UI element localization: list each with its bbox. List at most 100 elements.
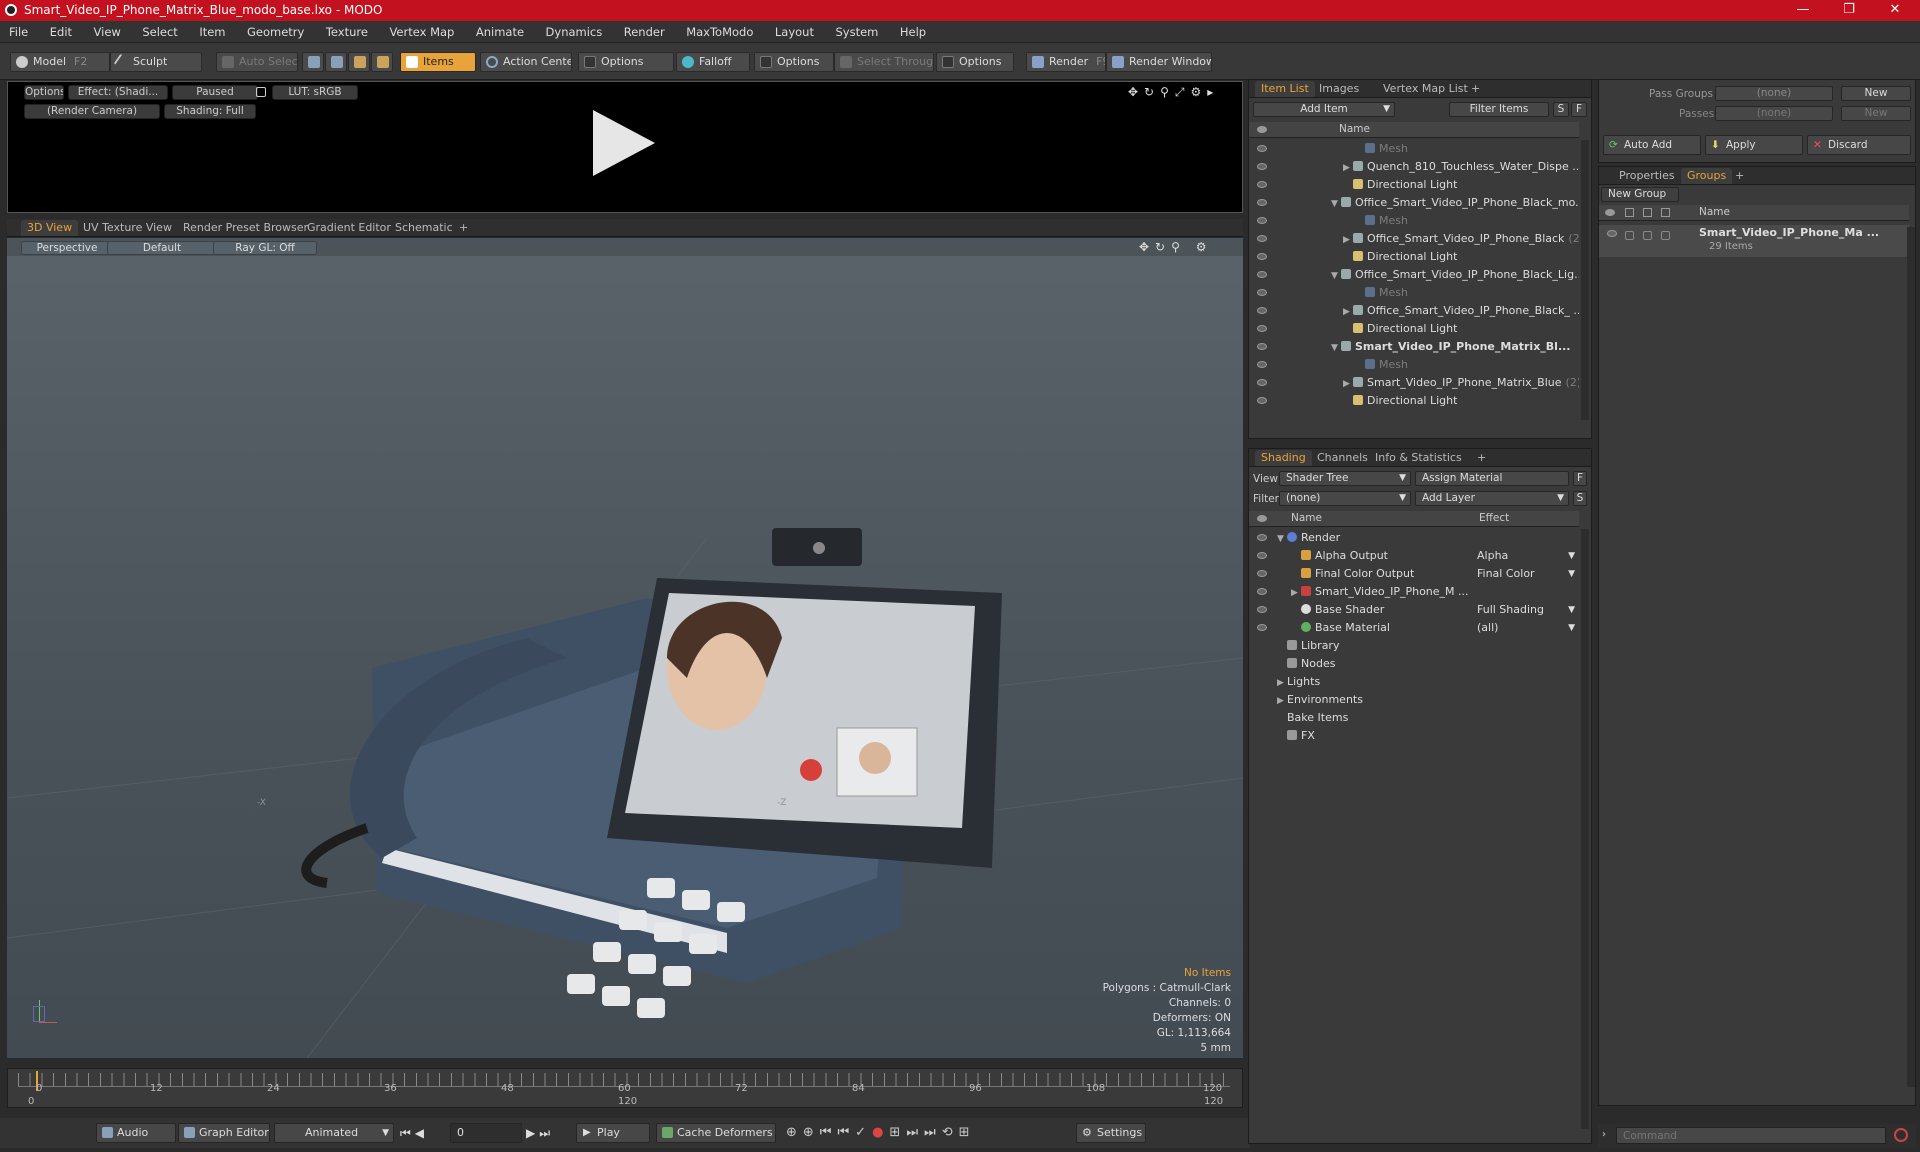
- apply-button[interactable]: ⬇ Apply: [1705, 135, 1803, 155]
- shader-tree-row[interactable]: Nodes: [1249, 655, 1579, 673]
- action-center-options-button[interactable]: Options: [578, 52, 674, 72]
- cache-deformers-button[interactable]: Cache Deformers: [656, 1123, 776, 1143]
- skip-forward-icons[interactable]: ▶⏭: [526, 1126, 554, 1141]
- shader-tree-row[interactable]: Library: [1249, 637, 1579, 655]
- add-tab-button[interactable]: +: [1729, 168, 1750, 184]
- tab-info-statistics[interactable]: Info & Statistics: [1369, 450, 1468, 466]
- shader-tree-row[interactable]: ▶ Lights: [1249, 673, 1579, 691]
- shader-tree-row[interactable]: Base Material (all) ▼: [1249, 619, 1579, 637]
- shader-tree-scrollbar[interactable]: [1581, 529, 1589, 1129]
- select-materials-button[interactable]: [371, 52, 393, 72]
- play-icon[interactable]: [593, 110, 655, 176]
- item-list-row[interactable]: ▶ Smart_Video_IP_Phone_Matrix_Blue(2): [1249, 374, 1579, 392]
- item-list-row[interactable]: ▶ Quench_810_Touchless_Water_Dispe ...: [1249, 158, 1579, 176]
- menu-geometry[interactable]: Geometry: [238, 21, 313, 39]
- tab-channels[interactable]: Channels: [1311, 450, 1374, 466]
- pass-groups-dropdown[interactable]: (none): [1715, 86, 1833, 101]
- group-name-column-header[interactable]: Name: [1699, 205, 1730, 220]
- group-lock-toggle[interactable]: [1643, 231, 1652, 240]
- tab-groups[interactable]: Groups: [1681, 168, 1733, 184]
- expand-arrow-icon[interactable]: ▶: [1277, 674, 1287, 691]
- item-list-row[interactable]: Mesh: [1249, 140, 1579, 158]
- shader-view-dropdown[interactable]: Shader Tree ▼: [1279, 471, 1411, 486]
- shader-effect-dropdown[interactable]: Final Color ▼: [1477, 565, 1577, 583]
- tab-gradient-editor[interactable]: Gradient Editor: [301, 220, 397, 236]
- shading-dropdown[interactable]: Shading: Full: [164, 104, 256, 119]
- item-list-row[interactable]: ▼ Smart_Video_IP_Phone_Matrix_Bl...: [1249, 338, 1579, 356]
- filter-toggle-button[interactable]: F: [1571, 102, 1587, 117]
- minimize-button[interactable]: —: [1780, 0, 1826, 21]
- visibility-eye-icon[interactable]: [1257, 181, 1267, 188]
- preview-options-button[interactable]: Options: [24, 85, 64, 100]
- tab-properties[interactable]: Properties: [1613, 168, 1681, 184]
- render-window-button[interactable]: Render Window: [1106, 52, 1212, 72]
- select-through-button[interactable]: Select Through: [834, 52, 934, 72]
- visibility-eye-icon[interactable]: [1257, 552, 1267, 559]
- item-list-row[interactable]: Mesh: [1249, 284, 1579, 302]
- discard-button[interactable]: ✕ Discard: [1807, 135, 1911, 155]
- item-list-row[interactable]: Directional Light: [1249, 248, 1579, 266]
- menu-maxtomodo[interactable]: MaxToModo: [677, 21, 762, 39]
- add-tab-button[interactable]: +: [1465, 81, 1486, 97]
- visibility-eye-icon[interactable]: [1257, 397, 1267, 404]
- expand-arrow-icon[interactable]: ▶: [1343, 231, 1353, 248]
- graph-editor-button[interactable]: Graph Editor: [178, 1123, 270, 1143]
- visibility-eye-icon[interactable]: [1257, 343, 1267, 350]
- preview-nav-icons[interactable]: ✥↻⚲⤢⚙▸: [1128, 85, 1219, 100]
- visibility-eye-icon[interactable]: [1257, 361, 1267, 368]
- item-list-row[interactable]: ▶ Office_Smart_Video_IP_Phone_Black_ ...: [1249, 302, 1579, 320]
- render-camera-dropdown[interactable]: (Render Camera): [24, 104, 160, 119]
- menu-texture[interactable]: Texture: [317, 21, 377, 39]
- item-list-row[interactable]: Mesh: [1249, 356, 1579, 374]
- render-button[interactable]: RenderF9: [1026, 52, 1106, 72]
- record-macro-icon[interactable]: [1894, 1128, 1908, 1142]
- assign-material-button[interactable]: Assign Material: [1415, 471, 1569, 486]
- command-input[interactable]: [1616, 1127, 1886, 1144]
- menu-help[interactable]: Help: [891, 21, 935, 39]
- group-row[interactable]: Smart_Video_IP_Phone_Ma ... 29 Items: [1599, 225, 1909, 257]
- range-end[interactable]: 120: [1204, 1096, 1223, 1107]
- expand-arrow-icon[interactable]: ▶: [1291, 584, 1301, 601]
- menu-animate[interactable]: Animate: [467, 21, 533, 39]
- item-list-row[interactable]: Directional Light: [1249, 392, 1579, 410]
- select-vertices-button[interactable]: [302, 52, 324, 72]
- add-tab-button[interactable]: +: [1471, 450, 1492, 466]
- keyframe-tool-icons[interactable]: ⊕⊕⏮⏮✓●⊞⏭⏭⟲⊞: [786, 1125, 976, 1140]
- range-start[interactable]: 0: [28, 1096, 34, 1107]
- visibility-eye-icon[interactable]: [1257, 199, 1267, 206]
- add-item-dropdown[interactable]: Add Item ▼: [1253, 102, 1395, 117]
- visibility-eye-icon[interactable]: [1257, 307, 1267, 314]
- new-pass-button[interactable]: New: [1841, 106, 1911, 121]
- tab-shading[interactable]: Shading: [1255, 450, 1312, 466]
- visibility-eye-icon[interactable]: [1257, 253, 1267, 260]
- expand-arrow-icon[interactable]: ▼: [1277, 530, 1287, 547]
- menu-view[interactable]: View: [85, 21, 130, 39]
- item-list-row[interactable]: Directional Light: [1249, 176, 1579, 194]
- item-list-scrollbar[interactable]: [1581, 140, 1589, 420]
- group-visibility-icon[interactable]: [1607, 230, 1617, 237]
- auto-add-button[interactable]: ⟳ Auto Add: [1603, 135, 1701, 155]
- item-name-column-header[interactable]: Name: [1339, 122, 1370, 137]
- shader-name-column-header[interactable]: Name: [1291, 511, 1322, 526]
- expand-arrow-icon[interactable]: ▼: [1331, 267, 1341, 284]
- menu-item[interactable]: Item: [190, 21, 234, 39]
- new-pass-group-button[interactable]: New: [1841, 86, 1911, 101]
- shading-s-button[interactable]: S: [1573, 491, 1587, 506]
- animated-dropdown[interactable]: Animated ▼: [274, 1123, 394, 1143]
- visibility-eye-icon[interactable]: [1257, 271, 1267, 278]
- menu-vertex-map[interactable]: Vertex Map: [380, 21, 463, 39]
- expand-arrow-icon[interactable]: ▶: [1343, 375, 1353, 392]
- maximize-button[interactable]: ❐: [1826, 0, 1872, 21]
- menu-system[interactable]: System: [826, 21, 887, 39]
- model-mode-button[interactable]: Model F2: [10, 52, 110, 72]
- item-list-row[interactable]: Mesh: [1249, 212, 1579, 230]
- current-frame-field[interactable]: 0: [450, 1123, 522, 1143]
- new-group-button[interactable]: New Group: [1601, 187, 1679, 202]
- item-list-row[interactable]: ▼ Office_Smart_Video_IP_Phone_Black_mo...: [1249, 194, 1579, 212]
- item-list-row[interactable]: ▶ Office_Smart_Video_IP_Phone_Black(2): [1249, 230, 1579, 248]
- add-tab-button[interactable]: +: [453, 220, 474, 236]
- preview-effect-dropdown[interactable]: Effect: (Shadi...: [68, 85, 168, 100]
- tab-render-preset-browser[interactable]: Render Preset Browser: [177, 220, 314, 236]
- menu-layout[interactable]: Layout: [766, 21, 823, 39]
- shader-tree-row[interactable]: ▶ Smart_Video_IP_Phone_M ...: [1249, 583, 1579, 601]
